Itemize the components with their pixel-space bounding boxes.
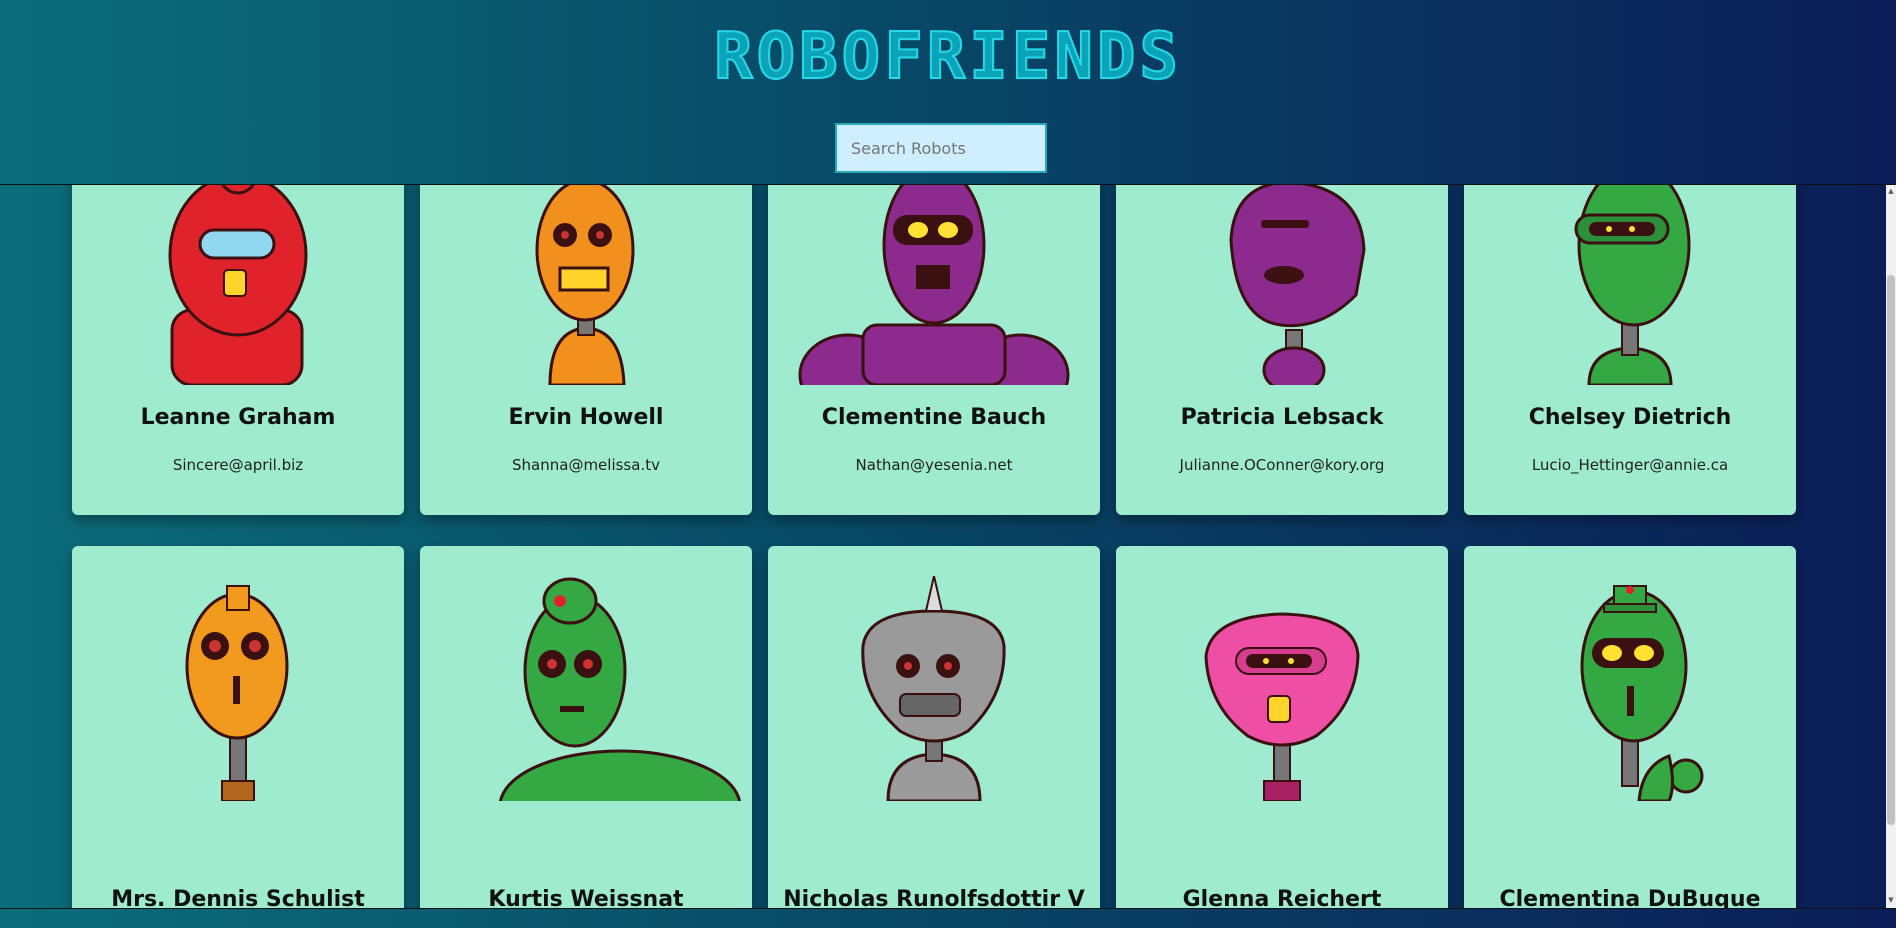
robot-name: Patricia Lebsack: [1180, 405, 1384, 430]
scroll-up-icon[interactable]: ▲: [1886, 185, 1896, 197]
robot-email: Shanna@melissa.tv: [512, 456, 660, 474]
robot-email: Nathan@yesenia.net: [855, 456, 1013, 474]
robot-name: Clementina DuBuque: [1499, 887, 1761, 908]
search-input[interactable]: [835, 123, 1047, 173]
robot-name: Leanne Graham: [140, 405, 336, 430]
robot-card[interactable]: Leanne Graham Sincere@april.biz: [72, 185, 404, 515]
robot-name: Ervin Howell: [508, 405, 664, 430]
robot-email: Sincere@april.biz: [172, 456, 304, 474]
app-header: ROBOFRIENDS: [0, 0, 1896, 184]
robot-avatar: [185, 585, 289, 801]
robot-avatar: [1574, 185, 1691, 385]
robot-avatar: [1580, 585, 1704, 801]
robot-name: Glenna Reichert: [1182, 887, 1382, 908]
robot-avatar: [498, 577, 742, 801]
robot-avatar: [535, 185, 635, 385]
vertical-scrollbar[interactable]: ▲ ▼: [1886, 185, 1896, 908]
robot-name: Mrs. Dennis Schulist: [111, 887, 365, 908]
robot-avatar: [1229, 185, 1366, 385]
robot-name: Nicholas Runolfsdottir V: [783, 887, 1085, 908]
footer-band: [0, 909, 1896, 928]
robot-email: Julianne.OConner@kory.org: [1179, 456, 1385, 474]
robot-card[interactable]: Clementina DuBuque: [1464, 546, 1796, 908]
app-title: ROBOFRIENDS: [713, 19, 1182, 95]
robot-card[interactable]: Nicholas Runolfsdottir V: [768, 546, 1100, 908]
robot-card[interactable]: Chelsey Dietrich Lucio_Hettinger@annie.c…: [1464, 185, 1796, 515]
robot-card[interactable]: Clementine Bauch Nathan@yesenia.net: [768, 185, 1100, 515]
robot-card[interactable]: Ervin Howell Shanna@melissa.tv: [420, 185, 752, 515]
robot-card[interactable]: Kurtis Weissnat: [420, 546, 752, 908]
scroll-down-icon[interactable]: ▼: [1886, 894, 1896, 906]
robot-avatar: [798, 185, 1070, 385]
robot-card[interactable]: Glenna Reichert: [1116, 546, 1448, 908]
robot-avatar: [1204, 612, 1360, 801]
robot-card[interactable]: Mrs. Dennis Schulist: [72, 546, 404, 908]
robot-name: Kurtis Weissnat: [488, 887, 684, 908]
robot-avatar: [168, 185, 308, 385]
robot-card[interactable]: Patricia Lebsack Julianne.OConner@kory.o…: [1116, 185, 1448, 515]
robot-name: Clementine Bauch: [821, 405, 1047, 430]
scroll-thumb[interactable]: [1887, 275, 1895, 825]
robot-email: Lucio_Hettinger@annie.ca: [1531, 456, 1729, 474]
robot-name: Chelsey Dietrich: [1528, 405, 1732, 430]
robot-avatar: [861, 576, 1006, 801]
card-list: Leanne Graham Sincere@april.biz Ervin Ho…: [0, 185, 1886, 908]
